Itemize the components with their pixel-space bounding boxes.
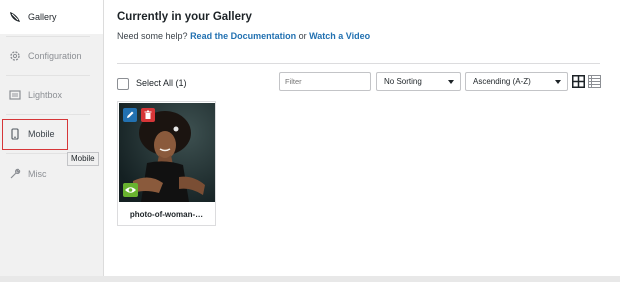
sorting-select[interactable]: No Sorting — [376, 72, 461, 91]
trash-icon — [144, 110, 152, 119]
gallery-logo-icon — [8, 10, 22, 24]
grid-view-icon[interactable] — [572, 75, 585, 88]
select-all-label: Select All (1) — [136, 78, 187, 88]
sidebar-item-label: Gallery — [28, 12, 57, 22]
chevron-down-icon — [555, 80, 561, 84]
section-divider — [117, 63, 600, 64]
sidebar-item-label: Misc — [28, 169, 47, 179]
order-select-value: Ascending (A-Z) — [473, 77, 531, 86]
help-text: Need some help? Read the Documentation o… — [117, 31, 370, 41]
wrench-icon — [8, 167, 22, 181]
delete-button[interactable] — [141, 108, 155, 122]
gallery-item-thumbnail[interactable] — [119, 103, 215, 202]
documentation-link[interactable]: Read the Documentation — [190, 31, 296, 41]
sidebar-item-lightbox[interactable]: Lightbox — [0, 76, 103, 114]
bottom-border — [0, 276, 620, 282]
order-select[interactable]: Ascending (A-Z) — [465, 72, 568, 91]
sidebar-item-label: Lightbox — [28, 90, 63, 100]
page-title: Currently in your Gallery — [117, 11, 252, 23]
pencil-icon — [127, 111, 134, 118]
chevron-down-icon — [448, 80, 454, 84]
sorting-select-value: No Sorting — [384, 77, 422, 86]
sidebar-item-configuration[interactable]: Configuration — [0, 37, 103, 75]
sidebar: Gallery Configuration Lightbox Mobile Mi… — [0, 0, 104, 276]
select-all-checkbox[interactable] — [117, 78, 129, 90]
tooltip: Mobile — [67, 152, 99, 166]
lightbox-icon — [8, 88, 22, 102]
sidebar-item-label: Configuration — [28, 51, 82, 61]
video-link[interactable]: Watch a Video — [309, 31, 370, 41]
list-view-icon[interactable] — [588, 75, 601, 88]
help-prefix: Need some help? — [117, 31, 188, 41]
gallery-item-card[interactable]: photo-of-woman-… — [117, 101, 216, 226]
eye-icon — [125, 187, 136, 193]
mobile-highlight-box — [2, 119, 68, 150]
gallery-item-caption: photo-of-woman-… — [129, 210, 204, 219]
gear-icon — [8, 49, 22, 63]
help-or: or — [298, 31, 307, 41]
filter-input[interactable] — [279, 72, 371, 91]
sidebar-item-gallery[interactable]: Gallery — [0, 0, 103, 34]
sidebar-divider — [6, 114, 90, 115]
edit-button[interactable] — [123, 108, 137, 122]
preview-button[interactable] — [123, 183, 138, 197]
